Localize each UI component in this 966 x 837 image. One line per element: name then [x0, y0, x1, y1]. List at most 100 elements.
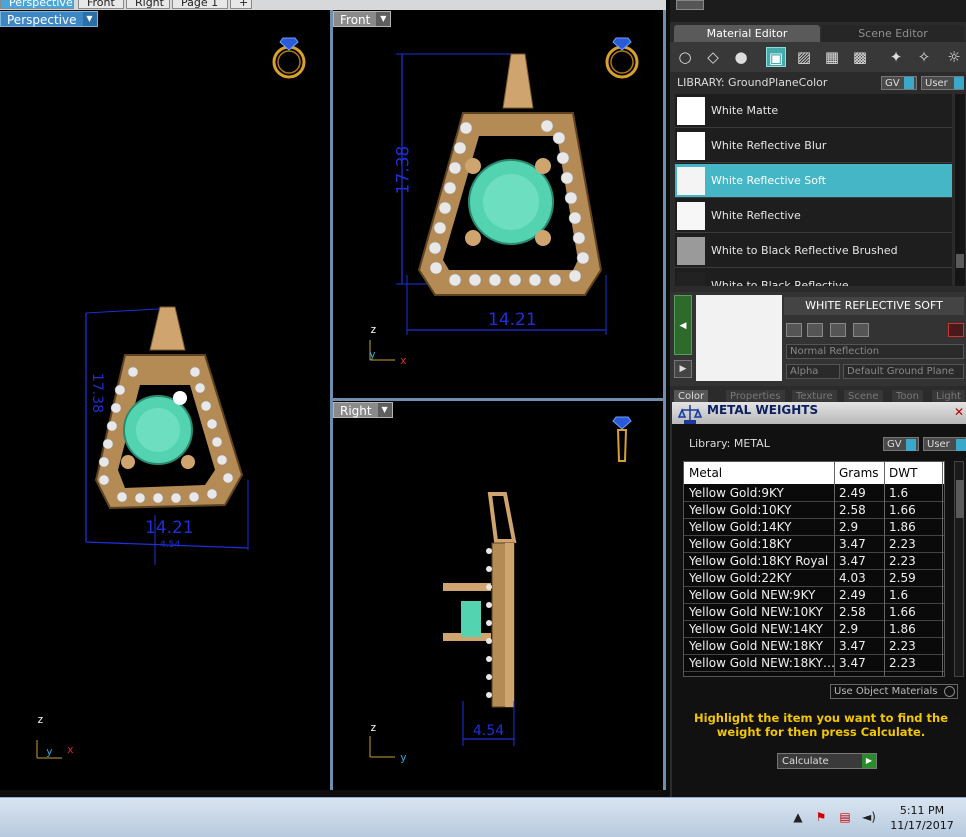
- table-row[interactable]: Yellow Gold:22KY 4.03 2.59: [684, 570, 944, 587]
- ground-plane-icon[interactable]: ▣: [766, 47, 786, 67]
- tab-perspective[interactable]: Perspective: [0, 0, 74, 9]
- reflection-mode-select[interactable]: Normal Reflection: [786, 344, 964, 359]
- table-row[interactable]: Yellow Gold NEW:10KY 2.58 1.66: [684, 604, 944, 621]
- paste-icon[interactable]: [830, 323, 846, 337]
- tab-right[interactable]: Right: [126, 0, 170, 9]
- play-arrow-icon[interactable]: ▶: [862, 754, 876, 768]
- table-row[interactable]: Yellow Gold:10KY 2.58 1.66: [684, 502, 944, 519]
- user-toggle-indicator: [956, 439, 966, 451]
- gem-icon[interactable]: ◇: [703, 47, 723, 67]
- perspective-viewport[interactable]: Perspective ▼ 17.38 14.21 4.54 z y x: [0, 10, 330, 790]
- grid-texture-icon[interactable]: ▦: [822, 47, 842, 67]
- refresh-icon[interactable]: [948, 323, 964, 337]
- gv-toggle-indicator: [906, 439, 916, 451]
- axis-z-label: z: [370, 721, 377, 734]
- dwt-cell: 1.66: [889, 605, 916, 619]
- ring-icon: [605, 37, 639, 79]
- alpha-field[interactable]: Alpha: [786, 364, 840, 379]
- material-list: White Matte White Reflective Blur White Re…: [675, 94, 952, 286]
- dwt-cell: 2.59: [889, 571, 916, 585]
- use-object-materials-checkbox[interactable]: Use Object Materials: [830, 684, 958, 699]
- tab-material-editor[interactable]: Material Editor: [674, 25, 820, 42]
- volume-icon[interactable]: ◄): [862, 810, 876, 824]
- grams-cell: 2.49: [839, 486, 866, 500]
- dwt-cell: 2.23: [889, 537, 916, 551]
- network-icon[interactable]: ▤: [838, 810, 852, 824]
- collapse-arrow-icon[interactable]: ◀: [674, 295, 692, 355]
- tab-page-1[interactable]: Page 1: [172, 0, 228, 9]
- tab-front[interactable]: Front: [78, 0, 124, 9]
- material-list-scrollbar[interactable]: [955, 94, 965, 286]
- sphere-icon[interactable]: ●: [731, 47, 751, 67]
- axis-y-label: y: [46, 745, 53, 758]
- table-row[interactable]: Yellow Gold:14KY 2.9 1.86: [684, 519, 944, 536]
- metal-weights-titlebar: METAL WEIGHTS ✕: [672, 402, 966, 424]
- metal-library-label: Library: METAL: [689, 437, 770, 450]
- scale-icon: [677, 405, 703, 424]
- light-icon-1[interactable]: ✦: [886, 47, 906, 67]
- material-list-item[interactable]: White to Black Reflective Brushed: [675, 234, 952, 268]
- play-arrow-icon[interactable]: ▶: [674, 360, 692, 378]
- dwt-cell: 1.86: [889, 520, 916, 534]
- light-icon-2[interactable]: ✧: [914, 47, 934, 67]
- material-list-item[interactable]: White Matte: [675, 94, 952, 128]
- bulb-icon[interactable]: ☼: [944, 47, 964, 67]
- table-row[interactable]: Yellow Gold NEW:18KY 3.47 2.23: [684, 638, 944, 655]
- right-viewport[interactable]: Right ▼ 4.54 z y: [333, 401, 663, 790]
- table-row[interactable]: Yellow Gold:18KY 3.47 2.23: [684, 536, 944, 553]
- scrollbar-thumb[interactable]: [956, 480, 964, 518]
- material-preview-panel: ◀ ▶ WHITE REFLECTIVE SOFT Normal Reflect…: [670, 292, 966, 386]
- table-row[interactable]: Yellow Gold NEW:14KY 2.9 1.86: [684, 621, 944, 638]
- gv-toggle-indicator: [904, 77, 914, 89]
- hatch-texture-icon[interactable]: ▨: [794, 47, 814, 67]
- show-hidden-icons-icon[interactable]: ▲: [791, 810, 805, 824]
- material-list-item[interactable]: White Reflective Blur: [675, 129, 952, 163]
- export-icon[interactable]: [853, 323, 869, 337]
- dwt-cell: 2.23: [889, 639, 916, 653]
- metal-name-cell: Yellow Gold:9KY: [689, 486, 784, 500]
- axis-x-label: x: [400, 354, 407, 367]
- column-header-metal[interactable]: Metal: [689, 466, 722, 480]
- ground-plane-select[interactable]: Default Ground Plane: [843, 364, 964, 379]
- tab-add[interactable]: +: [230, 0, 252, 9]
- grams-cell: 2.58: [839, 605, 866, 619]
- checkbox-indicator[interactable]: [944, 686, 955, 697]
- perspective-drawing: [36, 37, 306, 759]
- table-row[interactable]: Yellow Gold:18KY Royal 3.47 2.23: [684, 553, 944, 570]
- table-row[interactable]: Yellow Gold NEW:18KY… 3.47 2.23: [684, 655, 944, 672]
- scrollbar-thumb[interactable]: [956, 254, 964, 268]
- save-icon[interactable]: [786, 323, 802, 337]
- metal-weights-table: Metal Grams DWT Yellow Gold:9KY 2.49 1.6 Ye…: [683, 461, 945, 677]
- action-center-icon[interactable]: ⚑: [814, 810, 828, 824]
- system-clock[interactable]: 5:11 PM 11/17/2017: [889, 803, 955, 833]
- dwt-cell: 2.23: [889, 656, 916, 670]
- column-header-grams[interactable]: Grams: [839, 466, 879, 480]
- calculate-button[interactable]: Calculate ▶: [777, 753, 877, 769]
- material-swatch: [677, 237, 705, 265]
- metal-name-cell: Yellow Gold:10KY: [689, 503, 792, 517]
- material-list-item[interactable]: White to Black Reflective: [675, 269, 952, 286]
- axis-z-label: z: [37, 713, 44, 726]
- panel-handle-icon[interactable]: [676, 0, 704, 10]
- metal-name-cell: Yellow Gold:14KY: [689, 520, 792, 534]
- ring-material-icon[interactable]: ○: [675, 47, 695, 67]
- metal-name-cell: Yellow Gold NEW:14KY: [689, 622, 823, 636]
- windows-taskbar: ▲ ⚑ ▤ ◄) 5:11 PM 11/17/2017: [0, 797, 966, 837]
- column-header-dwt[interactable]: DWT: [889, 466, 917, 480]
- table-row[interactable]: Yellow Gold:9KY 2.49 1.6: [684, 485, 944, 502]
- grams-cell: 2.9: [839, 622, 859, 636]
- front-drawing: [369, 37, 639, 361]
- metal-name-cell: Yellow Gold NEW:10KY: [689, 605, 823, 619]
- copy-icon[interactable]: [807, 323, 823, 337]
- close-icon[interactable]: ✕: [954, 405, 964, 419]
- material-name: White to Black Reflective Brushed: [711, 244, 898, 257]
- metal-table-scrollbar[interactable]: [954, 461, 964, 677]
- tab-scene-editor[interactable]: Scene Editor: [822, 25, 964, 42]
- grams-cell: 3.47: [839, 537, 866, 551]
- table-row[interactable]: Yellow Gold NEW:9KY 2.49 1.6: [684, 587, 944, 604]
- checker-texture-icon[interactable]: ▩: [850, 47, 870, 67]
- material-name: White to Black Reflective: [711, 279, 849, 286]
- material-list-item[interactable]: White Reflective: [675, 199, 952, 233]
- front-viewport[interactable]: Front ▼ 17.38 14.21 z y x: [333, 10, 663, 398]
- material-list-item[interactable]: White Reflective Soft: [675, 164, 952, 198]
